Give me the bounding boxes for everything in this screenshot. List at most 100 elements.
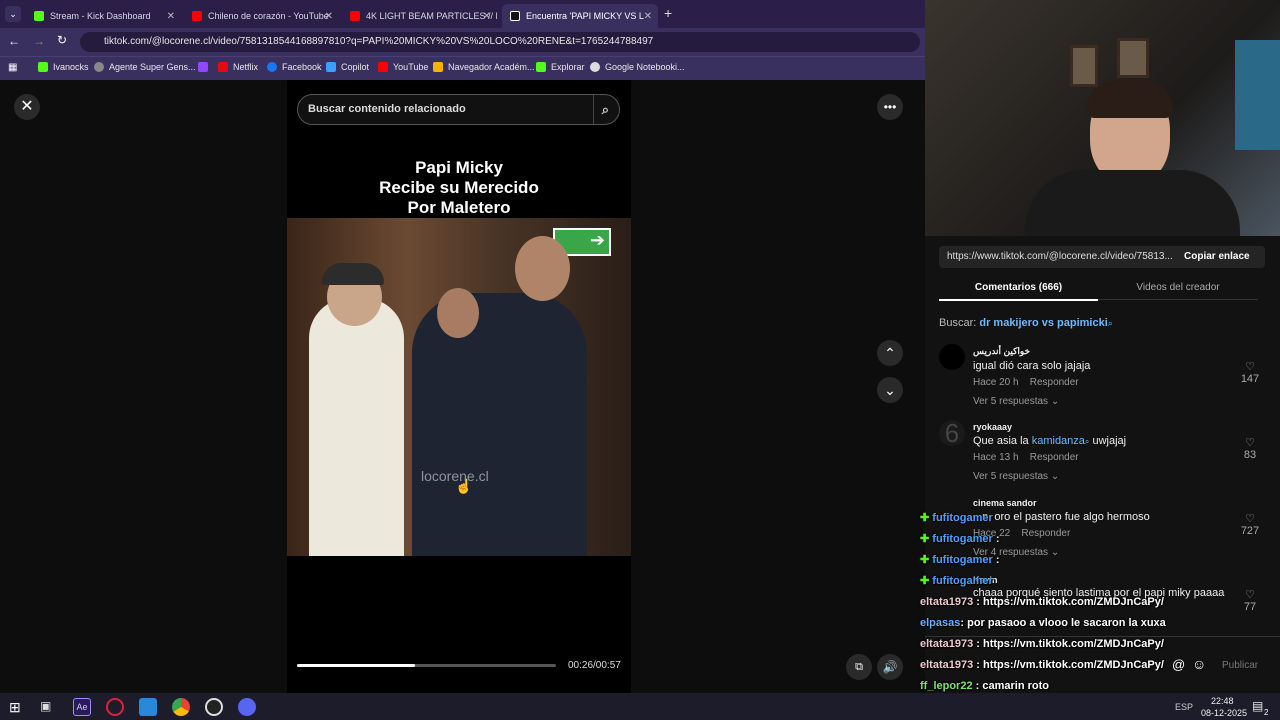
tab-youtube-2[interactable]: 4K LIGHT BEAM PARTICLES // F ✕ [342, 4, 497, 28]
mention-link[interactable]: kamidanza [1032, 435, 1085, 447]
bookmark-label: Google Notebooki... [605, 62, 685, 72]
like-button[interactable]: ♡ 727 [1235, 512, 1265, 537]
reload-icon[interactable]: ↻ [57, 33, 67, 47]
search-prefix: Buscar: [939, 317, 977, 329]
task-view-icon[interactable]: ▣ [40, 699, 51, 713]
caption-line: Recibe su Merecido [379, 178, 539, 197]
chat-username[interactable]: eltata1973 [920, 638, 973, 650]
floating-player-icon[interactable]: ⧉ [846, 654, 872, 680]
previous-video-button[interactable]: ⌃ [877, 340, 903, 366]
like-button[interactable]: ♡ 77 [1235, 588, 1265, 613]
related-search-input[interactable]: Buscar contenido relacionado ⌕ [297, 94, 620, 125]
search-icon[interactable]: ⌕ [592, 95, 609, 124]
emoji-icon[interactable]: ☺ [1192, 656, 1206, 672]
chrome-icon[interactable] [172, 698, 190, 716]
bookmark-copilot[interactable]: Copilot [326, 62, 369, 72]
globe-icon [94, 62, 104, 72]
obs-icon[interactable] [205, 698, 223, 716]
chat-message: eltata1973 : https://vm.tiktok.com/ZMDJn… [920, 596, 1164, 608]
bookmark-ivanocks[interactable]: Ivanocks [38, 62, 89, 72]
reply-button[interactable]: Responder [1030, 452, 1079, 463]
volume-icon[interactable]: 🔊 [877, 654, 903, 680]
bookmark-label: Navegador Académ... [448, 62, 535, 72]
more-options-icon[interactable]: ••• [877, 94, 903, 120]
chat-username[interactable]: eltata1973 [920, 596, 973, 608]
comment-user[interactable]: cinema sandor [973, 498, 1150, 508]
person-white-shirt [309, 298, 404, 556]
tab-tiktok[interactable]: Encuentra 'PAPI MICKY VS L ✕ [502, 4, 658, 28]
tab-comments[interactable]: Comentarios (666) [939, 282, 1098, 301]
app-icon[interactable] [139, 698, 157, 716]
close-icon[interactable]: ✕ [167, 11, 175, 22]
avatar[interactable] [939, 344, 965, 370]
like-button[interactable]: ♡ 83 [1235, 436, 1265, 461]
cursor-hand-icon: ☝ [455, 478, 473, 494]
new-tab-button[interactable]: + [664, 5, 672, 21]
url-field[interactable]: tiktok.com/@locorene.cl/video/7581318544… [80, 32, 920, 52]
clock-time[interactable]: 22:48 [1211, 696, 1234, 706]
chat-username[interactable]: fufitogamer [932, 512, 993, 524]
notification-count: 2 [1264, 708, 1269, 717]
notifications-icon[interactable]: ▤ [1252, 699, 1263, 713]
bookmark-netflix[interactable]: Netflix [218, 62, 258, 72]
forward-icon[interactable]: → [33, 34, 45, 48]
bookmark-twitch[interactable] [198, 62, 213, 72]
reply-button[interactable]: Responder [1021, 528, 1070, 539]
language-indicator[interactable]: ESP [1175, 702, 1193, 712]
bookmark-notebook[interactable]: Google Notebooki... [590, 62, 685, 72]
tab-search-button[interactable]: ⌄ [5, 6, 21, 22]
search-icon: ⌕ [1107, 318, 1113, 328]
chat-username[interactable]: eltata1973 [920, 659, 973, 671]
next-video-button[interactable]: ⌄ [877, 377, 903, 403]
after-effects-icon[interactable]: Ae [73, 698, 91, 716]
back-icon[interactable]: ← [8, 34, 20, 48]
comment-user[interactable]: ryokaaay [973, 422, 1126, 432]
close-icon[interactable]: ✕ [644, 11, 652, 22]
mention-icon[interactable]: @ [1172, 657, 1185, 672]
apps-icon[interactable]: ▦ [8, 62, 17, 73]
search-term-link[interactable]: dr makijero vs papimicki [979, 317, 1107, 329]
chat-username[interactable]: fufitogamer [932, 575, 993, 587]
chat-username[interactable]: fufitogamer [932, 554, 993, 566]
clock-date[interactable]: 08-12-2025 [1201, 708, 1247, 718]
opera-icon[interactable] [106, 698, 124, 716]
progress-bar[interactable] [297, 664, 556, 667]
kick-icon [536, 62, 546, 72]
comment-search-hint: Buscar: dr makijero vs papimicki⌕ [939, 317, 1113, 329]
copilot-icon [326, 62, 336, 72]
like-count: 147 [1240, 373, 1260, 385]
windows-start-icon[interactable]: ⊞ [9, 699, 21, 716]
comment-user[interactable]: خواكين أندريس [973, 346, 1090, 357]
tab-label: Encuentra 'PAPI MICKY VS L [526, 11, 644, 21]
publish-button[interactable]: Publicar [1222, 660, 1258, 671]
view-replies-button[interactable]: Ver 5 respuestas [973, 396, 1048, 407]
tab-kick[interactable]: Stream - Kick Dashboard ✕ [26, 4, 181, 28]
tab-youtube-1[interactable]: Chileno de corazón - YouTube ✕ [184, 4, 339, 28]
search-icon: ⌕ [1084, 437, 1090, 446]
chat-username[interactable]: fufitogamer [932, 533, 993, 545]
tab-creator-videos[interactable]: Videos del creador [1098, 282, 1258, 300]
bookmark-explorar[interactable]: Explorar [536, 62, 585, 72]
discord-icon[interactable] [238, 698, 256, 716]
copy-link-button[interactable]: Copiar enlace [1184, 251, 1250, 262]
close-viewer-button[interactable]: ✕ [14, 94, 40, 120]
view-replies-button[interactable]: Ver 5 respuestas [973, 471, 1048, 482]
like-button[interactable]: ♡ 147 [1235, 360, 1265, 385]
bookmark-facebook[interactable]: Facebook [267, 62, 322, 72]
chat-username[interactable]: elpasas [920, 617, 960, 629]
close-icon[interactable]: ✕ [483, 11, 491, 22]
close-icon[interactable]: ✕ [325, 11, 333, 22]
comment-user[interactable]: Kevin [973, 575, 1224, 585]
chat-text: : https://vm.tiktok.com/ZMDJnCaPy/ [973, 659, 1164, 671]
tab-label: Chileno de corazón - YouTube [208, 11, 329, 21]
avatar[interactable]: 6 [939, 420, 965, 446]
bookmark-icon [433, 62, 443, 72]
bookmark-navegador[interactable]: Navegador Académ... [433, 62, 535, 72]
bookmark-agente[interactable]: Agente Super Gens... [94, 62, 196, 72]
tiktok-icon [510, 11, 520, 21]
heart-icon: ♡ [1245, 361, 1255, 373]
chat-username[interactable]: ff_lepor22 [920, 680, 973, 692]
bookmark-youtube[interactable]: YouTube [378, 62, 428, 72]
like-count: 727 [1240, 525, 1260, 537]
reply-button[interactable]: Responder [1030, 377, 1079, 388]
